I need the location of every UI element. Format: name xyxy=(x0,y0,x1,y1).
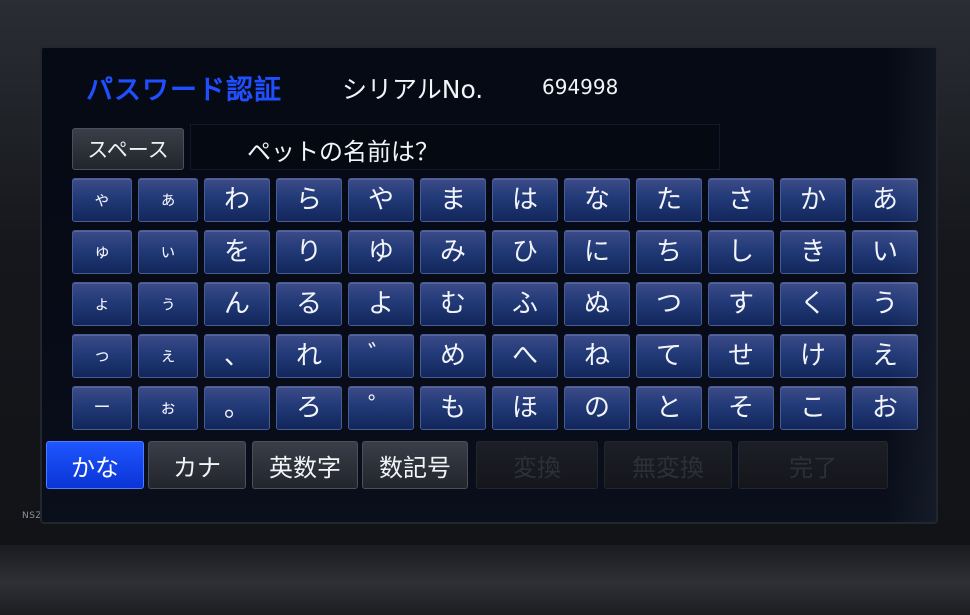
kana-key[interactable]: を xyxy=(204,230,270,274)
serial-label: シリアルNo. xyxy=(342,75,484,104)
mode-button-4: 変換 xyxy=(476,441,598,489)
kana-key[interactable]: へ xyxy=(492,334,558,378)
kana-key[interactable]: ぅ xyxy=(138,282,198,326)
kana-keyboard: ゃぁわらやまはなたさかあゅぃをりゆみひにちしきいょぅんるよむふぬつすくうっぇ、れ… xyxy=(72,178,922,438)
kana-key[interactable]: い xyxy=(852,230,918,274)
screen: パスワード認証 シリアルNo. 694998 スペース ペットの名前は？ ゃぁわ… xyxy=(40,46,938,524)
kana-key[interactable]: そ xyxy=(708,386,774,430)
mode-button-3[interactable]: 数記号 xyxy=(362,441,468,489)
security-question: ペットの名前は？ xyxy=(247,138,439,166)
kana-key[interactable]: け xyxy=(780,334,846,378)
mode-button-6: 完了 xyxy=(738,441,888,489)
kana-key[interactable]: れ xyxy=(276,334,342,378)
kana-key[interactable]: ま xyxy=(420,178,486,222)
kana-key[interactable]: る xyxy=(276,282,342,326)
kana-key[interactable]: の xyxy=(564,386,630,430)
kana-key[interactable]: か xyxy=(780,178,846,222)
kana-key[interactable]: ぉ xyxy=(138,386,198,430)
kana-key[interactable]: ゛ xyxy=(348,334,414,378)
kana-key[interactable]: よ xyxy=(348,282,414,326)
kana-key[interactable]: と xyxy=(636,386,702,430)
kana-key[interactable]: き xyxy=(780,230,846,274)
kana-key[interactable]: ゜ xyxy=(348,386,414,430)
kana-key[interactable]: く xyxy=(780,282,846,326)
kana-key[interactable]: ん xyxy=(204,282,270,326)
kana-key[interactable]: ち xyxy=(636,230,702,274)
kana-key[interactable]: み xyxy=(420,230,486,274)
serial-value: 694998 xyxy=(542,75,619,99)
kana-key[interactable]: ゃ xyxy=(72,178,132,222)
kana-key[interactable]: ぃ xyxy=(138,230,198,274)
kana-key[interactable]: ぁ xyxy=(138,178,198,222)
mode-button-1[interactable]: カナ xyxy=(148,441,246,489)
kana-key[interactable]: ら xyxy=(276,178,342,222)
kana-key[interactable]: つ xyxy=(636,282,702,326)
kana-key[interactable]: ほ xyxy=(492,386,558,430)
device-bezel-bottom xyxy=(0,545,970,615)
kana-key[interactable]: わ xyxy=(204,178,270,222)
kana-key[interactable]: に xyxy=(564,230,630,274)
kana-key[interactable]: え xyxy=(852,334,918,378)
kana-key[interactable]: し xyxy=(708,230,774,274)
kana-key[interactable]: せ xyxy=(708,334,774,378)
kana-key[interactable]: ね xyxy=(564,334,630,378)
kana-key[interactable]: お xyxy=(852,386,918,430)
kana-key[interactable]: あ xyxy=(852,178,918,222)
kana-key[interactable]: っ xyxy=(72,334,132,378)
kana-key[interactable]: ょ xyxy=(72,282,132,326)
kana-key[interactable]: 、 xyxy=(204,334,270,378)
kana-key[interactable]: ゆ xyxy=(348,230,414,274)
mode-button-0[interactable]: かな xyxy=(46,441,144,489)
kana-key[interactable]: さ xyxy=(708,178,774,222)
kana-key[interactable]: り xyxy=(276,230,342,274)
kana-key[interactable]: ぬ xyxy=(564,282,630,326)
kana-key[interactable]: う xyxy=(852,282,918,326)
page-title: パスワード認証 xyxy=(86,75,282,106)
kana-key[interactable]: め xyxy=(420,334,486,378)
kana-key[interactable]: ひ xyxy=(492,230,558,274)
kana-key[interactable]: ふ xyxy=(492,282,558,326)
mode-button-5: 無変換 xyxy=(604,441,732,489)
kana-key[interactable]: す xyxy=(708,282,774,326)
kana-key[interactable]: ぇ xyxy=(138,334,198,378)
kana-key[interactable]: も xyxy=(420,386,486,430)
kana-key[interactable]: ー xyxy=(72,386,132,430)
space-button[interactable]: スペース xyxy=(72,128,184,170)
kana-key[interactable]: ろ xyxy=(276,386,342,430)
kana-key[interactable]: は xyxy=(492,178,558,222)
kana-key[interactable]: て xyxy=(636,334,702,378)
kana-key[interactable]: こ xyxy=(780,386,846,430)
kana-key[interactable]: や xyxy=(348,178,414,222)
mode-button-2[interactable]: 英数字 xyxy=(252,441,358,489)
kana-key[interactable]: た xyxy=(636,178,702,222)
kana-key[interactable]: な xyxy=(564,178,630,222)
kana-key[interactable]: 。 xyxy=(204,386,270,430)
kana-key[interactable]: む xyxy=(420,282,486,326)
kana-key[interactable]: ゅ xyxy=(72,230,132,274)
